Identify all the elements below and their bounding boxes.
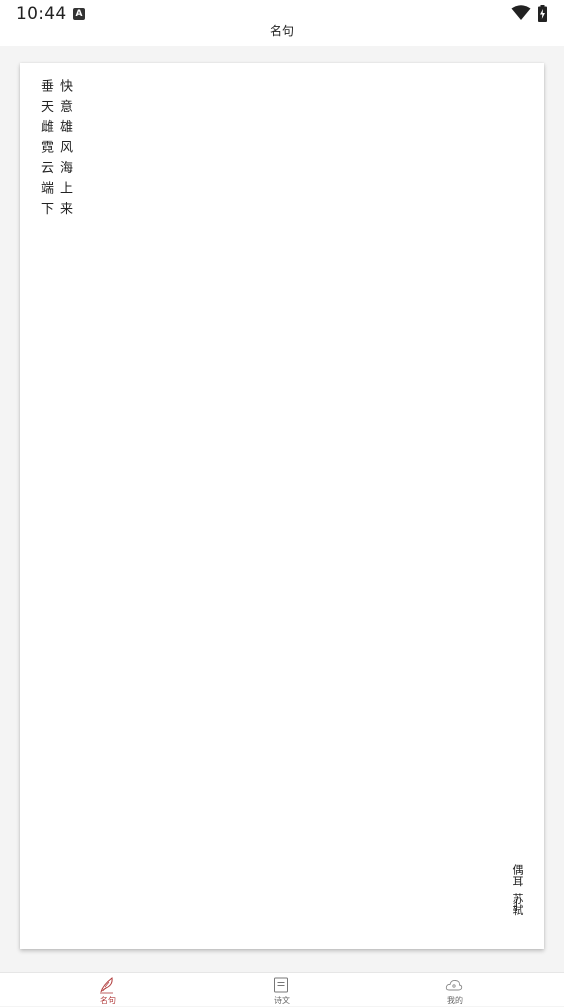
source-title[interactable]: 偶耳 — [510, 864, 524, 887]
tab-poems[interactable]: 诗文 — [188, 973, 376, 1007]
wifi-icon — [511, 5, 531, 20]
verse-line-first: 垂天雌霓云端下 — [38, 79, 53, 222]
app-header: 名句 — [0, 24, 564, 46]
bottom-tab-bar: 名句 诗文 我的 — [0, 972, 564, 1006]
tab-label: 诗文 — [274, 996, 290, 1005]
book-icon — [274, 977, 288, 993]
source-author[interactable]: 苏轼 — [510, 893, 524, 916]
battery-charging-icon — [538, 5, 547, 22]
cloud-user-icon — [445, 980, 463, 991]
notification-a-icon: A — [73, 8, 85, 20]
tab-label: 名句 — [100, 996, 116, 1005]
tab-famous-quotes[interactable]: 名句 — [14, 973, 202, 1007]
status-time: 10:44 — [16, 4, 67, 24]
verse-line-second: 快意雄风海上来 — [57, 79, 72, 222]
quill-icon — [100, 977, 113, 994]
page-title: 名句 — [269, 24, 294, 38]
tab-mine[interactable]: 我的 — [361, 973, 549, 1007]
quote-card[interactable]: 垂天雌霓云端下 快意雄风海上来 偶耳 苏轼 — [20, 63, 544, 949]
tab-label: 我的 — [447, 996, 463, 1005]
